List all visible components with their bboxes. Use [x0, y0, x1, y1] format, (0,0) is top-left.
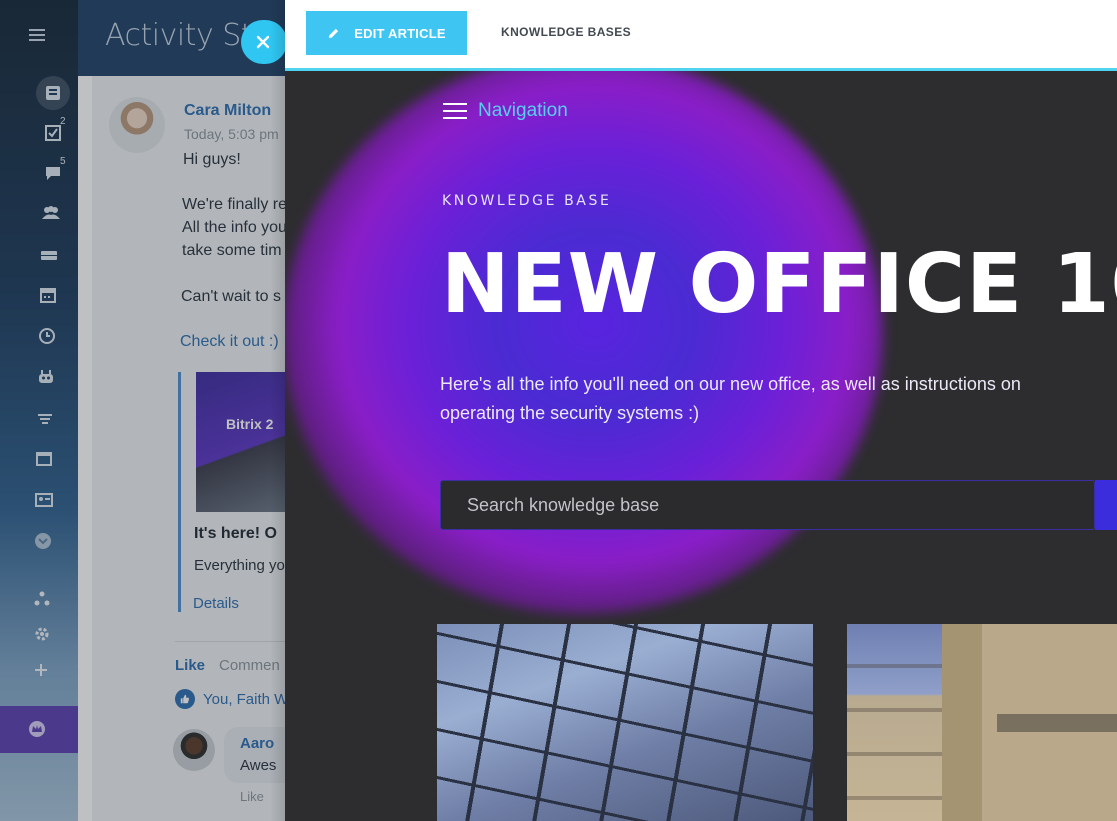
navigation-label: Navigation: [478, 100, 568, 121]
post-text-line: Hi guys!: [183, 151, 241, 168]
clock-icon[interactable]: [36, 325, 58, 347]
knowledge-base-panel: EDIT ARTICLE KNOWLEDGE BASES Navigation …: [285, 0, 1117, 821]
pencil-icon: [329, 28, 339, 38]
edit-article-label: EDIT ARTICLE: [354, 25, 446, 41]
search-input[interactable]: [467, 481, 1094, 529]
details-link[interactable]: Details: [193, 595, 239, 612]
calendar-icon[interactable]: [37, 284, 59, 306]
post-link[interactable]: Check it out :): [180, 333, 279, 351]
hero-glow: [285, 54, 883, 614]
sitemap-icon[interactable]: [31, 588, 53, 610]
drive-icon[interactable]: [38, 244, 60, 266]
building-balcony: [997, 714, 1117, 732]
thumbs-up-icon: [175, 689, 195, 709]
page-description: Here's all the info you'll need on our n…: [440, 374, 1021, 423]
avatar[interactable]: [109, 97, 165, 153]
filter-icon[interactable]: [34, 408, 56, 430]
post-timestamp: Today, 5:03 pm: [184, 126, 279, 142]
navigation-toggle[interactable]: Navigation: [442, 100, 568, 122]
upgrade-bar[interactable]: [0, 706, 78, 753]
left-rail: 2 5: [0, 0, 78, 821]
feed-icon[interactable]: [42, 82, 64, 104]
chevron-down-icon[interactable]: [32, 530, 54, 552]
robot-icon[interactable]: [35, 366, 57, 388]
plus-icon[interactable]: [30, 659, 52, 681]
hamburger-icon: [443, 103, 467, 119]
link-preview-title[interactable]: It's here! O: [194, 525, 277, 543]
like-button[interactable]: Like: [175, 657, 205, 674]
comment-like-button[interactable]: Like: [240, 789, 264, 804]
menu-icon[interactable]: [26, 24, 48, 46]
section-eyebrow: KNOWLEDGE BASE: [442, 193, 612, 209]
search-button[interactable]: [1095, 480, 1117, 530]
crown-icon: [26, 718, 48, 740]
contact-card-icon[interactable]: [33, 489, 55, 511]
avatar[interactable]: [173, 729, 215, 771]
toolbar-accent-line: [285, 68, 1117, 71]
quote-divider: [178, 372, 181, 612]
thumbnail-text: Bitrix 2: [226, 416, 274, 432]
page-title: NEW OFFICE 10: [441, 237, 1117, 332]
post-author[interactable]: Cara Milton: [184, 102, 271, 120]
post-text-line: take some tim: [182, 242, 282, 259]
article-card-glass-roof[interactable]: [437, 624, 813, 821]
groups-icon[interactable]: [40, 202, 62, 224]
panel-toolbar: EDIT ARTICLE KNOWLEDGE BASES: [285, 0, 1117, 68]
window-icon[interactable]: [33, 448, 55, 470]
post-text-line: Can't wait to s: [181, 288, 281, 305]
knowledge-bases-link[interactable]: KNOWLEDGE BASES: [501, 25, 631, 39]
search-box: [440, 480, 1095, 530]
gear-icon[interactable]: [31, 623, 53, 645]
article-card-building[interactable]: [847, 624, 1117, 821]
chat-badge: 5: [60, 156, 66, 167]
building-facade: [942, 624, 982, 821]
tasks-badge: 2: [60, 116, 66, 127]
edit-article-button[interactable]: EDIT ARTICLE: [306, 11, 467, 55]
close-icon: [256, 35, 270, 49]
